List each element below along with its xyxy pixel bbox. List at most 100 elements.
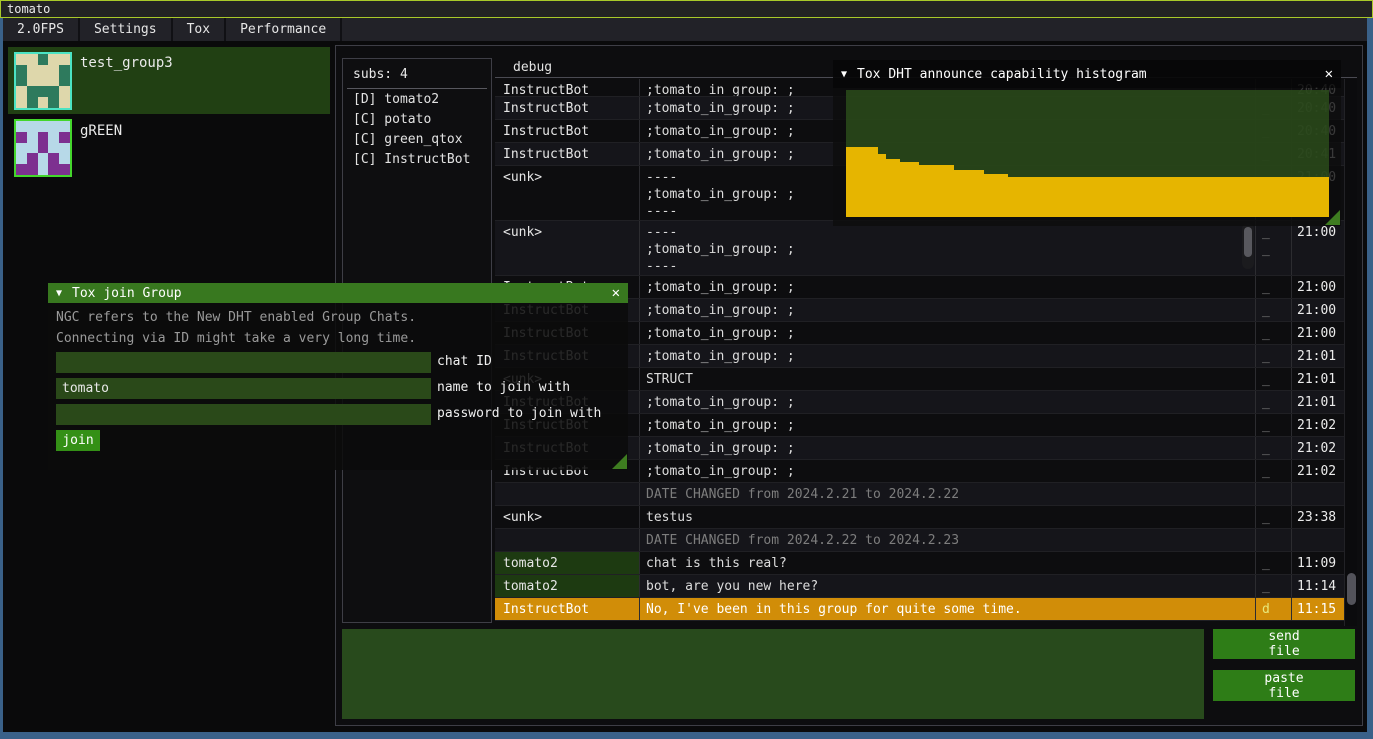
member-list-item[interactable]: [C] InstructBot [343,149,491,169]
histogram-bar [886,159,900,217]
join-dialog-title: Tox join Group [72,286,182,301]
avatar-pixel [38,164,49,175]
avatar-pixel [59,76,70,87]
avatar-pixel [59,121,70,132]
avatar-pixel [59,153,70,164]
message-text: ;tomato_in_group: ; [640,437,1256,459]
menu-item-tox[interactable]: Tox [173,18,226,41]
chat-message-row[interactable]: <unk>testus_ _23:38 [495,506,1344,529]
histogram-bar [846,147,878,217]
chat-id-input[interactable] [56,352,431,373]
avatar-pixel [16,143,27,154]
message-author: InstructBot [495,97,640,119]
avatar-pixel [48,164,59,175]
collapse-arrow-icon[interactable]: ▼ [56,288,62,299]
chat-message-row[interactable]: tomato2chat is this real?_ _11:09 [495,552,1344,575]
avatar-pixel [48,121,59,132]
message-flags: _ _ [1256,575,1292,597]
message-timestamp: 21:02 [1292,414,1344,436]
os-window-title: tomato [7,2,50,16]
avatar-pixel [27,97,38,108]
join-button[interactable]: join [56,430,100,451]
histogram-body [833,88,1341,226]
member-list-item[interactable]: [C] green_qtox [343,129,491,149]
chat-scrollbar-thumb[interactable] [1347,573,1356,605]
avatar-pixel [59,65,70,76]
message-timestamp: 21:02 [1292,437,1344,459]
histogram-bar [954,170,984,217]
avatar-pixel [16,164,27,175]
avatar-pixel [38,97,49,108]
chat-message-row[interactable]: tomato2bot, are you new here?_ _11:14 [495,575,1344,598]
avatar-pixel [48,97,59,108]
histogram-window: ▼ Tox DHT announce capability histogram … [833,60,1341,226]
tab-debug[interactable]: debug [513,60,552,75]
histogram-bar [1008,177,1329,217]
join-field-row: password to join with [56,404,431,425]
message-input[interactable] [342,629,1204,719]
ngc-info-line: Connecting via ID might take a very long… [56,331,416,346]
resize-grip-icon[interactable] [1325,210,1340,225]
message-flags: _ _ [1256,437,1292,459]
name-to-join-with-input[interactable] [56,378,431,399]
paste-file-button[interactable]: paste file [1213,670,1355,701]
join-field-row: name to join with [56,378,431,399]
message-flags: _ _ [1256,345,1292,367]
send-file-button[interactable]: send file [1213,629,1355,659]
message-flags: _ _ [1256,221,1292,275]
message-flags [1256,529,1292,551]
message-author: <unk> [495,506,640,528]
menu-item-settings[interactable]: Settings [80,18,173,41]
member-list: [D] tomato2[C] potato[C] green_qtox[C] I… [343,89,491,169]
chat-message-row[interactable]: <unk>---- ;tomato_in_group: ; ----_ _21:… [495,221,1344,276]
avatar-pixel [38,121,49,132]
message-timestamp: 21:02 [1292,460,1344,482]
message-text: bot, are you new here? [640,575,1256,597]
date-separator-row: DATE CHANGED from 2024.2.22 to 2024.2.23 [495,529,1344,552]
message-scrollbar[interactable] [1242,223,1254,269]
member-list-item[interactable]: [D] tomato2 [343,89,491,109]
resize-grip-icon[interactable] [612,454,627,469]
password-to-join-with-input[interactable] [56,404,431,425]
message-flags [1256,483,1292,505]
avatar-pixel [48,86,59,97]
join-dialog-titlebar[interactable]: ▼ Tox join Group ✕ [48,283,628,303]
avatar-pixel [38,132,49,143]
histogram-title: Tox DHT announce capability histogram [857,67,1147,82]
histogram-titlebar[interactable]: ▼ Tox DHT announce capability histogram … [833,60,1341,88]
avatar-pixel [16,65,27,76]
avatar-pixel [16,54,27,65]
avatar-pixel [27,121,38,132]
message-scrollbar-thumb[interactable] [1244,227,1252,257]
chat-message-row[interactable]: InstructBotNo, I've been in this group f… [495,598,1344,621]
os-titlebar[interactable]: tomato [0,0,1373,18]
message-flags: _ _ [1256,506,1292,528]
join-group-dialog: ▼ Tox join Group ✕ NGC refers to the New… [48,283,628,470]
member-list-item[interactable]: [C] potato [343,109,491,129]
sidebar-item-test_group3[interactable]: test_group3 [8,47,330,114]
avatar-pixel [27,76,38,87]
histogram-bar [900,162,919,217]
message-author: InstructBot [495,598,640,620]
date-changed-text: DATE CHANGED from 2024.2.21 to 2024.2.22 [640,483,1256,505]
avatar-pixel [27,132,38,143]
date-changed-text: DATE CHANGED from 2024.2.22 to 2024.2.23 [640,529,1256,551]
avatar-pixel [27,65,38,76]
collapse-arrow-icon[interactable]: ▼ [841,69,847,80]
avatar-pixel [48,65,59,76]
menu-item-performance[interactable]: Performance [226,18,342,41]
message-text: ;tomato_in_group: ; [640,414,1256,436]
group-avatar [14,119,72,177]
histogram-bar [919,165,954,217]
menu-item-2-0fps[interactable]: 2.0FPS [3,18,80,41]
sidebar-item-green[interactable]: gREEN [8,115,330,173]
message-text: chat is this real? [640,552,1256,574]
message-author: InstructBot [495,120,640,142]
close-icon[interactable]: ✕ [1325,66,1333,82]
avatar-pixel [16,76,27,87]
chat-scrollbar[interactable] [1344,79,1357,626]
avatar-pixel [48,153,59,164]
close-icon[interactable]: ✕ [612,285,620,301]
avatar-pixel [27,153,38,164]
avatar-pixel [16,153,27,164]
